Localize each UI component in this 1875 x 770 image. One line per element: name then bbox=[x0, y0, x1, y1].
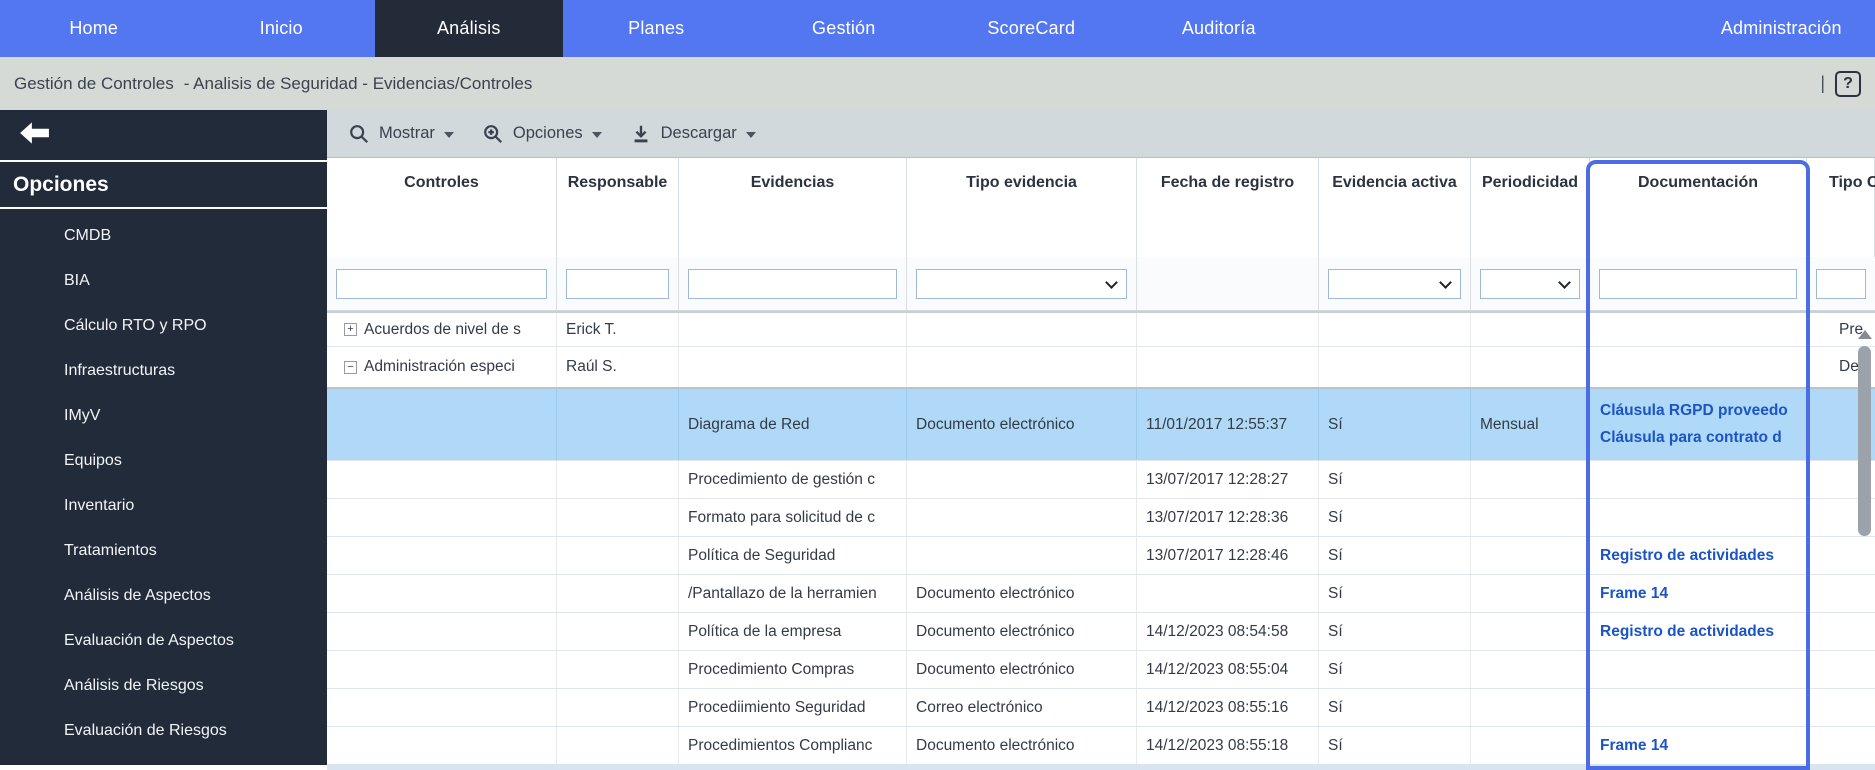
breadcrumb-section: Gestión de Controles bbox=[14, 74, 174, 94]
doc-link[interactable]: Frame 14 bbox=[1600, 737, 1668, 755]
divider: | bbox=[1820, 73, 1825, 94]
filter-periodicidad-select[interactable] bbox=[1480, 269, 1580, 299]
tab-inicio[interactable]: Inicio bbox=[188, 0, 376, 57]
table-body: +Acuerdos de nivel de s Erick T. Pre −Ad… bbox=[327, 311, 1875, 765]
doc-link[interactable]: Cláusula RGPD proveedo bbox=[1600, 402, 1788, 420]
table-row[interactable]: Procediimiento Seguridad Correo electrón… bbox=[327, 689, 1875, 727]
table-row[interactable]: Procedimiento de gestión c 13/07/2017 12… bbox=[327, 461, 1875, 499]
download-icon bbox=[630, 123, 652, 145]
chevron-down-icon bbox=[1439, 276, 1452, 289]
col-header-controles[interactable]: Controles bbox=[327, 158, 557, 257]
doc-link[interactable]: Registro de actividades bbox=[1600, 547, 1774, 565]
scrollbar-thumb[interactable] bbox=[1858, 346, 1871, 536]
tab-analisis[interactable]: Análisis bbox=[375, 0, 563, 57]
table-row[interactable]: Procedimiento Compras Documento electrón… bbox=[327, 651, 1875, 689]
scrollbar-up-arrow[interactable] bbox=[1858, 330, 1872, 339]
tab-scorecard[interactable]: ScoreCard bbox=[938, 0, 1126, 57]
sidebar: Opciones CMDB BIA Cálculo RTO y RPO Infr… bbox=[0, 110, 327, 765]
collapse-icon[interactable]: − bbox=[344, 361, 357, 374]
table-row[interactable]: Política de Seguridad 13/07/2017 12:28:4… bbox=[327, 537, 1875, 575]
col-header-evidencias[interactable]: Evidencias bbox=[679, 158, 907, 257]
doc-link[interactable]: Registro de actividades bbox=[1600, 623, 1774, 641]
top-nav: Home Inicio Análisis Planes Gestión Scor… bbox=[0, 0, 1875, 57]
table-row[interactable]: Política de la empresa Documento electró… bbox=[327, 613, 1875, 651]
chevron-down-icon bbox=[1558, 276, 1571, 289]
doc-link[interactable]: Frame 14 bbox=[1600, 585, 1668, 603]
col-header-fecha-registro[interactable]: Fecha de registro bbox=[1137, 158, 1319, 257]
search-icon bbox=[348, 123, 370, 145]
chevron-down-icon bbox=[592, 132, 602, 138]
sidebar-item-evaluacion-aspectos[interactable]: Evaluación de Aspectos bbox=[0, 618, 327, 663]
zoom-in-icon bbox=[482, 123, 504, 145]
expand-icon[interactable]: + bbox=[344, 323, 357, 336]
sidebar-item-calculo-rto-rpo[interactable]: Cálculo RTO y RPO bbox=[0, 303, 327, 348]
tab-planes[interactable]: Planes bbox=[563, 0, 751, 57]
filter-documentacion-input[interactable] bbox=[1599, 269, 1797, 299]
tab-home[interactable]: Home bbox=[0, 0, 188, 57]
filter-tipo-control-input[interactable] bbox=[1816, 269, 1866, 299]
table-row[interactable]: /Pantallazo de la herramien Documento el… bbox=[327, 575, 1875, 613]
table-row-selected[interactable]: Diagrama de Red Documento electrónico 11… bbox=[327, 389, 1875, 461]
help-icon[interactable]: ? bbox=[1835, 71, 1861, 97]
doc-link[interactable]: Cláusula para contrato d bbox=[1600, 429, 1782, 447]
sidebar-title: Opciones bbox=[0, 162, 327, 207]
col-header-responsable[interactable]: Responsable bbox=[557, 158, 679, 257]
filter-responsable-input[interactable] bbox=[566, 269, 669, 299]
sidebar-item-inventario[interactable]: Inventario bbox=[0, 483, 327, 528]
breadcrumb-bar: Gestión de Controles - Analisis de Segur… bbox=[0, 57, 1875, 110]
horizontal-scroll-strip[interactable] bbox=[327, 764, 1875, 770]
breadcrumb-path: - Analisis de Seguridad - Evidencias/Con… bbox=[184, 74, 533, 94]
sidebar-item-bia[interactable]: BIA bbox=[0, 258, 327, 303]
tab-administracion[interactable]: Administración bbox=[1688, 0, 1875, 57]
chevron-down-icon bbox=[444, 132, 454, 138]
grid-toolbar: Mostrar Opciones Descargar bbox=[327, 110, 1875, 158]
col-header-tipo-evidencia[interactable]: Tipo evidencia bbox=[907, 158, 1137, 257]
filter-evidencia-activa-select[interactable] bbox=[1328, 269, 1461, 299]
options-button[interactable]: Opciones bbox=[482, 123, 602, 145]
show-button[interactable]: Mostrar bbox=[348, 123, 454, 145]
main-content: Mostrar Opciones Descargar Controles Res… bbox=[327, 110, 1875, 770]
sidebar-item-evaluacion-riesgos[interactable]: Evaluación de Riesgos bbox=[0, 708, 327, 753]
sidebar-item-equipos[interactable]: Equipos bbox=[0, 438, 327, 483]
filter-controles-input[interactable] bbox=[336, 269, 547, 299]
sidebar-item-cmdb[interactable]: CMDB bbox=[0, 213, 327, 258]
table-row[interactable]: −Administración especi Raúl S. De bbox=[327, 347, 1875, 389]
table-row[interactable]: Procedimientos Complianc Documento elect… bbox=[327, 727, 1875, 765]
col-header-tipo-control[interactable]: Tipo C bbox=[1807, 158, 1875, 257]
sidebar-item-imyv[interactable]: IMyV bbox=[0, 393, 327, 438]
col-header-periodicidad[interactable]: Periodicidad bbox=[1471, 158, 1590, 257]
back-button[interactable] bbox=[0, 110, 327, 160]
back-arrow-icon bbox=[18, 121, 50, 150]
sidebar-item-analisis-riesgos[interactable]: Análisis de Riesgos bbox=[0, 663, 327, 708]
table-header-row: Controles Responsable Evidencias Tipo ev… bbox=[327, 158, 1875, 257]
filter-tipo-evidencia-select[interactable] bbox=[916, 269, 1127, 299]
col-header-documentacion[interactable]: Documentación bbox=[1590, 158, 1807, 257]
sidebar-item-analisis-aspectos[interactable]: Análisis de Aspectos bbox=[0, 573, 327, 618]
chevron-down-icon bbox=[746, 132, 756, 138]
chevron-down-icon bbox=[1105, 276, 1118, 289]
sidebar-item-infraestructuras[interactable]: Infraestructuras bbox=[0, 348, 327, 393]
download-button[interactable]: Descargar bbox=[630, 123, 756, 145]
tab-auditoria[interactable]: Auditoría bbox=[1125, 0, 1313, 57]
tab-gestion[interactable]: Gestión bbox=[750, 0, 938, 57]
sidebar-item-tratamientos[interactable]: Tratamientos bbox=[0, 528, 327, 573]
filter-row bbox=[327, 257, 1875, 311]
table-row[interactable]: Formato para solicitud de c 13/07/2017 1… bbox=[327, 499, 1875, 537]
table-row[interactable]: +Acuerdos de nivel de s Erick T. Pre bbox=[327, 313, 1875, 347]
col-header-evidencia-activa[interactable]: Evidencia activa bbox=[1319, 158, 1471, 257]
filter-evidencias-input[interactable] bbox=[688, 269, 897, 299]
